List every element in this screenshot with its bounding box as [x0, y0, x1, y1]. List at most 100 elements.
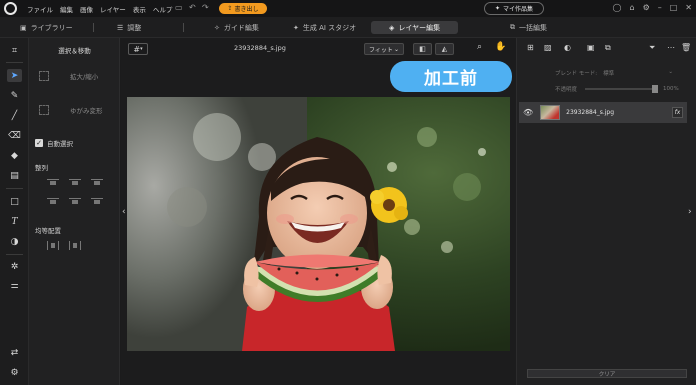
grid-toggle-button[interactable]: # ▾: [128, 43, 148, 55]
clear-button[interactable]: クリア: [527, 369, 687, 378]
notification-icon[interactable]: ⌂: [629, 3, 634, 12]
batch-icon: ⧉: [510, 23, 515, 31]
menu-layer[interactable]: レイヤー: [100, 4, 126, 14]
blend-mode-row[interactable]: ブレンド モード: 標準 ⌄: [555, 69, 673, 77]
main-menu: ファイル 編集 画像 レイヤー 表示 ヘルプ: [27, 4, 172, 14]
compare-tool-icon[interactable]: ⇄: [7, 346, 22, 359]
fx-icon[interactable]: fx: [672, 107, 683, 118]
adjust-sliders-tool-icon[interactable]: ⚌: [7, 279, 22, 292]
auto-select-checkbox[interactable]: ✓: [35, 139, 43, 147]
canvas-filename: 23932884_s.jpg: [234, 44, 286, 52]
ai-icon: ✦: [293, 23, 299, 32]
layers-panel: ⊞ ▨ ◐ ▣ ⧉ ⏷ ⋯ 🗑 ブレンド モード: 標準 ⌄ 不透明度 100%…: [516, 38, 696, 385]
shape-tool-icon[interactable]: □: [7, 195, 22, 208]
save-icon[interactable]: ▭: [175, 3, 183, 12]
align-right-icon[interactable]: [91, 178, 103, 187]
menu-view[interactable]: 表示: [133, 4, 146, 14]
scale-label: 拡大/縮小: [70, 73, 99, 81]
tab-guide-edit[interactable]: ✧ ガイド編集: [214, 21, 259, 34]
redo-icon[interactable]: ↷: [202, 3, 209, 12]
trash-icon[interactable]: 🗑: [681, 43, 691, 52]
distribute-vertical-icon[interactable]: [69, 241, 81, 250]
toolbar-divider: [6, 62, 23, 63]
align-top-icon[interactable]: [47, 197, 59, 206]
opacity-slider-handle[interactable]: [652, 85, 659, 93]
align-center-v-icon[interactable]: [69, 197, 81, 206]
blend-mode-value[interactable]: 標準: [603, 69, 614, 77]
tab-adjust[interactable]: ☰ 調整: [117, 21, 141, 34]
tab-ai-studio[interactable]: ✦ 生成 AI スタジオ: [293, 21, 356, 34]
canvas-image[interactable]: [127, 97, 510, 351]
tab-batch-edit-label: 一括編集: [519, 23, 547, 32]
export-button[interactable]: ⇪ 書き出し: [219, 3, 267, 14]
brush-tool-icon[interactable]: ╱: [7, 109, 22, 122]
align-center-h-icon[interactable]: [69, 178, 81, 187]
auto-select-label: 自動選択: [47, 140, 73, 148]
auto-select-checkbox-row[interactable]: ✓ 自動選択: [35, 138, 73, 148]
frame-icon[interactable]: ▣: [587, 43, 595, 52]
tab-adjust-label: 調整: [127, 23, 142, 32]
layer-item[interactable]: 👁 23932884_s.jpg fx: [519, 102, 687, 123]
crop-tool-icon[interactable]: ⌗: [7, 44, 22, 57]
canvas-toolbar: # ▾ 23932884_s.jpg フィット ⌄ ◧ ◭ ⌕ ✋: [121, 38, 516, 60]
filter-icon[interactable]: ⏷: [649, 43, 655, 53]
export-label: 書き出し: [234, 6, 259, 13]
mask-brush-tool-icon[interactable]: ✎: [7, 89, 22, 102]
window-controls: ◯ ⌂ ⚙ – □ ✕: [613, 3, 692, 12]
my-works-button[interactable]: ✦ マイ作品集: [484, 2, 544, 15]
fill-tool-icon[interactable]: ◆: [7, 149, 22, 162]
magic-wand-tool-icon[interactable]: ✲: [7, 260, 22, 273]
visibility-eye-icon[interactable]: 👁: [523, 108, 533, 117]
layer-name: 23932884_s.jpg: [566, 109, 615, 116]
panel-title: 選択＆移動: [58, 47, 91, 55]
text-tool-icon[interactable]: T: [7, 215, 22, 228]
menu-help[interactable]: ヘルプ: [153, 4, 173, 14]
menu-edit[interactable]: 編集: [60, 4, 73, 14]
hand-pan-icon[interactable]: ✋: [495, 42, 506, 52]
menu-bar: ファイル 編集 画像 レイヤー 表示 ヘルプ ▭ ↶ ↷ ⇪ 書き出し ✦ マイ…: [0, 0, 696, 17]
select-move-tool-icon[interactable]: ➤: [7, 69, 22, 82]
before-after-button[interactable]: ◭: [435, 43, 454, 55]
eraser-tool-icon[interactable]: ⌫: [7, 129, 22, 142]
preferences-gear-icon[interactable]: ⚙: [7, 366, 22, 379]
settings-icon[interactable]: ⚙: [643, 3, 650, 12]
chevron-down-icon: ⌄: [668, 69, 673, 75]
more-options-icon[interactable]: ⋯: [667, 43, 675, 52]
tool-options-panel: 選択＆移動 拡大/縮小 ゆがみ変形 ✓ 自動選択 整列 均等配置: [29, 38, 120, 385]
image-layer-icon[interactable]: ▨: [544, 43, 552, 52]
distribute-section-label: 均等配置: [35, 227, 61, 235]
align-left-icon[interactable]: [47, 178, 59, 187]
compare-view-button[interactable]: ◧: [413, 43, 432, 55]
zoom-fit-select[interactable]: フィット ⌄: [364, 43, 404, 55]
app-logo-icon: [4, 2, 17, 15]
account-icon[interactable]: ◯: [613, 3, 622, 12]
expand-right-panel-icon[interactable]: ›: [688, 207, 692, 217]
menu-image[interactable]: 画像: [80, 4, 93, 14]
zoom-fit-label: フィット: [369, 46, 393, 54]
menu-file[interactable]: ファイル: [27, 4, 53, 14]
scale-option[interactable]: 拡大/縮小: [37, 68, 113, 84]
minimize-icon[interactable]: –: [658, 3, 662, 12]
tab-layer-edit[interactable]: ◈ レイヤー編集: [371, 21, 459, 34]
warp-label: ゆがみ変形: [70, 107, 103, 115]
tab-batch-edit[interactable]: ⧉ 一括編集: [510, 21, 547, 34]
tab-library[interactable]: ▣ ライブラリー: [20, 21, 73, 34]
align-bottom-icon[interactable]: [91, 197, 103, 206]
align-buttons: [47, 178, 103, 206]
collapse-left-panel-icon[interactable]: ‹: [122, 207, 126, 217]
zoom-search-icon[interactable]: ⌕: [477, 42, 482, 52]
split-view-icon: ◧: [419, 45, 426, 53]
gradient-tool-icon[interactable]: ▤: [7, 169, 22, 182]
add-layer-icon[interactable]: ⊞: [527, 43, 534, 52]
close-icon[interactable]: ✕: [685, 3, 692, 12]
left-toolbar: ⌗ ➤ ✎ ╱ ⌫ ◆ ▤ □ T ◑ ✲ ⚌ ⇄ ⚙: [0, 38, 29, 385]
opacity-slider[interactable]: [585, 85, 659, 93]
maximize-icon[interactable]: □: [670, 3, 678, 12]
warp-option[interactable]: ゆがみ変形: [37, 102, 113, 118]
undo-icon[interactable]: ↶: [189, 3, 196, 12]
layer-thumbnail: [540, 105, 561, 120]
distribute-horizontal-icon[interactable]: [47, 241, 59, 250]
color-tool-icon[interactable]: ◑: [7, 235, 22, 248]
duplicate-layer-icon[interactable]: ⧉: [605, 43, 611, 53]
adjustment-layer-icon[interactable]: ◐: [564, 43, 571, 52]
